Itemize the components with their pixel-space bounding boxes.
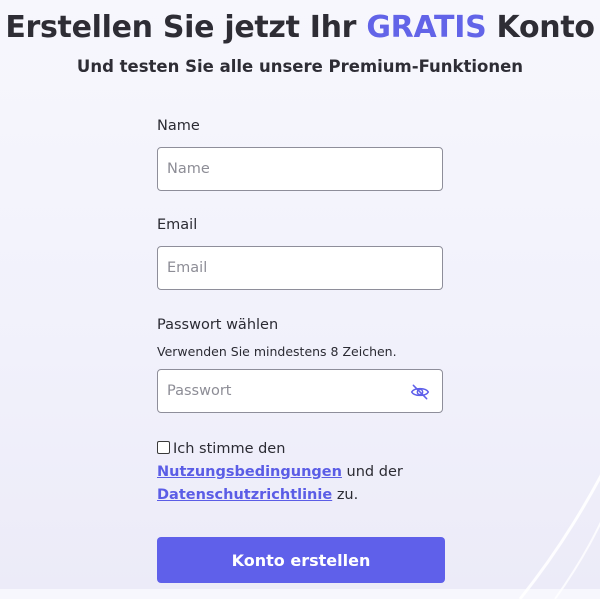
page-title: Erstellen Sie jetzt Ihr GRATIS Konto (0, 10, 600, 45)
consent-text-middle: und der (346, 464, 403, 480)
email-input[interactable] (158, 247, 442, 289)
consent-checkbox[interactable] (157, 441, 170, 454)
password-input[interactable] (158, 370, 442, 412)
password-label: Passwort wählen (157, 317, 279, 333)
consent-block: Ich stimme den Nutzungsbedingungen und d… (157, 438, 445, 507)
password-field-box (157, 369, 443, 413)
name-field-box (157, 147, 443, 191)
privacy-link[interactable]: Datenschutzrichtlinie (157, 487, 332, 503)
name-label: Name (157, 118, 200, 134)
consent-text-after: zu. (336, 487, 359, 503)
background-decoration (518, 474, 600, 599)
page-title-prefix: Erstellen Sie jetzt Ihr (5, 10, 357, 45)
consent-text-before: Ich stimme den (173, 441, 286, 457)
page-subtitle: Und testen Sie alle unsere Premium-Funkt… (76, 57, 524, 76)
page-title-suffix: Konto (496, 10, 595, 45)
page-title-accent: GRATIS (366, 10, 487, 45)
terms-link[interactable]: Nutzungsbedingungen (157, 464, 342, 480)
eye-slash-icon[interactable] (410, 382, 430, 402)
create-account-button[interactable]: Konto erstellen (157, 537, 445, 583)
password-hint: Verwenden Sie mindestens 8 Zeichen. (157, 344, 397, 359)
email-label: Email (157, 217, 198, 233)
name-input[interactable] (158, 148, 442, 190)
email-field-box (157, 246, 443, 290)
